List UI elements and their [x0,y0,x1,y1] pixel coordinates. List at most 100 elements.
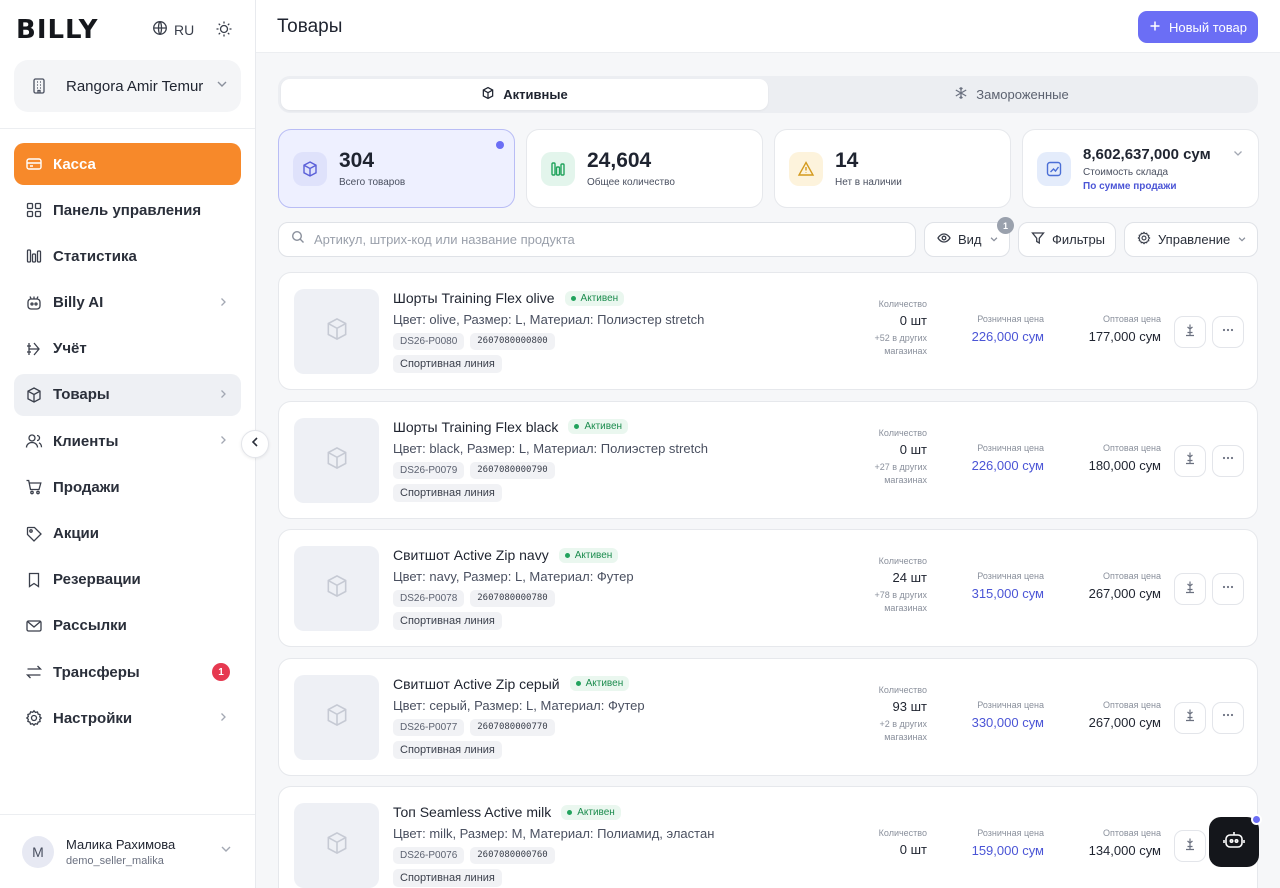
chevron-right-icon [217,295,229,312]
cube-icon [324,830,350,861]
freeze-product-button[interactable] [1174,701,1206,734]
logo[interactable]: BILLY [16,15,98,45]
freeze-product-button[interactable] [1174,316,1206,348]
stat-total-quantity[interactable]: 24,604 Общее количество [526,129,763,208]
product-barcode: 2607080000780 [470,590,555,607]
collapse-sidebar-button[interactable] [241,430,269,458]
wholesale-price-value: 134,000 сум [1088,843,1161,858]
sidebar-item-sales[interactable]: Продажи [14,466,241,508]
manage-button[interactable]: Управление [1124,222,1258,257]
freeze-icon [1183,708,1197,727]
product-name[interactable]: Топ Seamless Active milk [393,804,551,820]
stock-value-mode-link[interactable]: По сумме продажи [1083,181,1211,192]
product-barcode: 2607080000800 [470,333,555,350]
status-label: Активен [577,806,615,818]
product-name[interactable]: Свитшот Active Zip серый [393,676,560,692]
other-stores-quantity: +52 в других магазинах [874,333,927,356]
dashboard-icon [25,201,43,219]
product-attributes: Цвет: olive, Размер: L, Материал: Полиэс… [393,312,705,327]
status-badge: Активен [568,419,629,434]
sidebar-item-billy-ai[interactable]: Billy AI [14,282,241,324]
filter-icon [1031,231,1045,248]
product-category-tag: Спортивная линия [393,355,502,373]
user-profile[interactable]: М Малика Рахимова demo_seller_malika [0,814,255,888]
sidebar-item-accounting[interactable]: Учёт [14,328,241,370]
search-input[interactable] [314,232,874,247]
sidebar-item-reservations[interactable]: Резервации [14,559,241,601]
avatar: М [22,835,54,868]
ai-assistant-button[interactable] [1209,814,1262,867]
chevron-left-icon [248,435,262,454]
sidebar-item-settings[interactable]: Настройки [14,697,241,739]
more-actions-button[interactable] [1212,573,1244,605]
more-actions-button[interactable] [1212,316,1244,348]
cash-register-icon [25,155,43,173]
sidebar-item-kassa[interactable]: Касса [14,143,241,185]
filters-button[interactable]: Фильтры [1018,222,1116,257]
product-card[interactable]: Топ Seamless Active milk Активен Цвет: m… [278,786,1258,888]
more-actions-button[interactable] [1212,444,1244,477]
stat-stock-value[interactable]: 8,602,637,000 сум Стоимость склада По су… [1022,129,1259,208]
cube-icon [293,151,327,186]
sidebar-item-statistics[interactable]: Статистика [14,235,241,277]
sun-icon[interactable] [215,20,233,43]
transfers-count-badge: 1 [212,663,230,682]
quantity-value: 0 шт [899,313,927,328]
chevron-right-icon [217,433,229,450]
language-switcher[interactable]: RU [152,20,194,39]
product-name[interactable]: Свитшот Active Zip navy [393,547,549,563]
product-card[interactable]: Свитшот Active Zip серый Активен Цвет: с… [278,657,1258,776]
product-sku: DS26-P0076 [393,847,465,864]
product-barcode: 2607080000790 [470,461,555,479]
more-actions-button[interactable] [1212,701,1244,734]
sidebar-divider [0,128,255,129]
globe-icon [152,20,168,39]
users-icon [25,432,43,450]
cube-icon [324,702,350,733]
freeze-product-button[interactable] [1174,573,1206,605]
robot-icon [25,294,43,312]
plus-icon [1149,20,1161,35]
chevron-right-icon [217,387,229,404]
product-name[interactable]: Шорты Training Flex black [393,419,558,435]
retail-price-block: Розничная цена 159,000 сум [939,828,1044,858]
chevron-down-icon[interactable] [1232,146,1244,164]
sidebar-item-transfers[interactable]: Трансферы 1 [14,651,241,693]
wholesale-price-label: Оптовая цена [1103,314,1161,324]
freeze-product-button[interactable] [1174,830,1206,862]
sidebar-item-promotions[interactable]: Акции [14,513,241,555]
sidebar-item-clients[interactable]: Клиенты [14,420,241,462]
product-category-tag: Спортивная линия [393,869,502,887]
retail-price-label: Розничная цена [977,442,1044,453]
stat-out-of-stock[interactable]: 14 Нет в наличии [774,129,1011,208]
tab-label: Активные [503,87,568,102]
filters-label: Фильтры [1052,232,1106,247]
quantity-label: Количество [878,828,927,838]
sidebar-item-dashboard[interactable]: Панель управления [14,189,241,231]
sidebar-item-mailings[interactable]: Рассылки [14,605,241,647]
stat-value: 8,602,637,000 сум [1083,145,1211,163]
stat-total-products[interactable]: 304 Всего товаров [278,129,515,208]
tab-frozen[interactable]: Замороженные [768,79,1255,110]
store-selector[interactable]: Rangora Amir Temur [14,60,241,112]
freeze-icon [1183,837,1197,856]
freeze-product-button[interactable] [1174,444,1206,477]
sidebar-item-products[interactable]: Товары [14,373,241,416]
product-name[interactable]: Шорты Training Flex olive [393,290,555,306]
wholesale-price-value: 177,000 сум [1088,329,1161,344]
product-category-tag: Спортивная линия [393,612,502,630]
product-card[interactable]: Шорты Training Flex olive Активен Цвет: … [278,272,1258,390]
product-attributes: Цвет: milk, Размер: M, Материал: Полиами… [393,826,715,841]
page-header: Товары Новый товар [256,0,1280,53]
product-card[interactable]: Свитшот Active Zip navy Активен Цвет: na… [278,529,1258,647]
view-button[interactable]: Вид 1 [924,217,1014,257]
gear-icon [25,709,43,727]
wholesale-price-label: Оптовая цена [1103,828,1161,838]
cart-icon [25,478,43,496]
status-badge: Активен [561,804,621,820]
new-product-button[interactable]: Новый товар [1138,11,1258,43]
tab-active[interactable]: Активные [281,79,768,110]
status-dot [564,552,570,558]
product-card[interactable]: Шорты Training Flex black Активен Цвет: … [278,400,1258,519]
wholesale-price-block: Оптовая цена 177,000 сум [1059,314,1161,344]
